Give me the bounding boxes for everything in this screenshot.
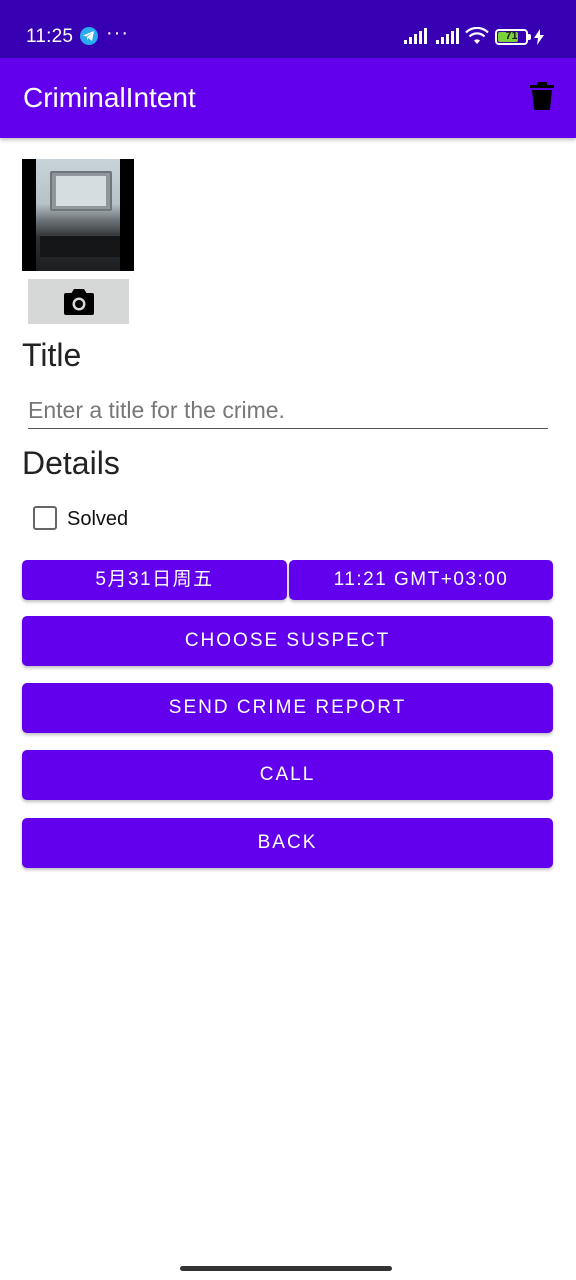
battery-icon: 71 — [495, 29, 528, 45]
send-report-button[interactable]: SEND CRIME REPORT — [22, 683, 553, 733]
delete-icon[interactable] — [530, 82, 554, 110]
wifi-icon — [465, 27, 489, 44]
status-bar: 11:25 ··· 71 — [0, 0, 576, 58]
app-title: CriminalIntent — [23, 82, 196, 113]
choose-suspect-button[interactable]: CHOOSE SUSPECT — [22, 616, 553, 666]
solved-checkbox[interactable] — [33, 506, 57, 530]
details-label: Details — [22, 445, 120, 481]
camera-icon — [64, 289, 94, 315]
laptop-image — [50, 171, 112, 211]
app-bar: CriminalIntent — [0, 58, 576, 138]
keyboard-image — [40, 233, 120, 257]
photo-content — [36, 159, 120, 271]
call-button[interactable]: CALL — [22, 750, 553, 800]
camera-button[interactable] — [28, 279, 129, 324]
time-button[interactable]: 11:21 GMT+03:00 — [289, 560, 553, 600]
signal-roaming-icon — [436, 28, 459, 44]
title-input[interactable] — [28, 392, 548, 429]
battery-tip — [528, 34, 531, 40]
title-label: Title — [22, 337, 82, 373]
status-time: 11:25 — [26, 26, 74, 47]
more-dots-icon: ··· — [106, 22, 129, 44]
crime-photo — [22, 159, 134, 271]
charging-icon — [534, 29, 544, 45]
back-button[interactable]: BACK — [22, 818, 553, 868]
signal-icon — [404, 28, 427, 44]
battery-level: 71 — [505, 30, 518, 42]
solved-label: Solved — [67, 508, 129, 530]
telegram-icon — [80, 27, 98, 45]
date-button[interactable]: 5月31日周五 — [22, 560, 287, 600]
home-indicator[interactable] — [180, 1266, 392, 1271]
